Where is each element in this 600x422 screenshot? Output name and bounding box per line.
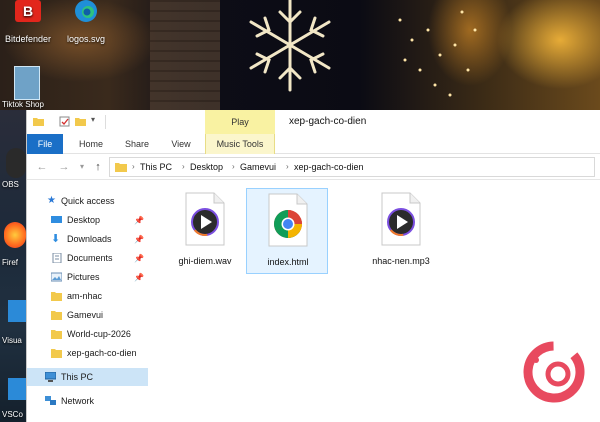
nav-item-label: Gamevui bbox=[67, 310, 104, 320]
computer-icon bbox=[45, 372, 56, 382]
nav-item-label: Downloads bbox=[67, 234, 112, 244]
folder-icon bbox=[51, 311, 62, 320]
pin-icon[interactable]: 📌 bbox=[134, 250, 144, 268]
folder-icon[interactable] bbox=[33, 116, 44, 127]
pin-icon[interactable]: 📌 bbox=[134, 269, 144, 287]
desktop-strip-label: Tiktok Shop bbox=[2, 100, 44, 109]
nav-this-pc[interactable]: This PC bbox=[27, 368, 148, 386]
navigation-pane: ★ Quick access Desktop 📌 ⬇ Downloads 📌 D… bbox=[27, 181, 148, 422]
nav-item-downloads[interactable]: ⬇ Downloads 📌 bbox=[27, 230, 148, 248]
new-folder-icon[interactable] bbox=[75, 116, 86, 127]
forward-arrow-icon[interactable]: → bbox=[57, 160, 71, 174]
up-arrow-icon[interactable]: ↑ bbox=[91, 160, 105, 174]
desktop-icon bbox=[51, 216, 62, 223]
nav-item-label: Documents bbox=[67, 253, 113, 263]
file-name: ghi-diem.wav bbox=[178, 256, 232, 266]
breadcrumb-current-folder[interactable]: xep-gach-co-dien bbox=[294, 158, 364, 176]
title-bar: ▾ Play xep-gach-co-dien bbox=[27, 110, 600, 134]
nav-item-label: World-cup-2026 bbox=[67, 329, 131, 339]
tiktok-shop-icon[interactable] bbox=[14, 66, 40, 100]
file-item-index-html[interactable]: index.html bbox=[246, 188, 328, 274]
desktop-strip-label: VSCo bbox=[2, 410, 23, 419]
svg-text:B: B bbox=[23, 3, 33, 19]
breadcrumb-separator-icon[interactable]: › bbox=[286, 158, 289, 176]
ribbon-tabs: File Home Share View Music Tools bbox=[27, 134, 600, 154]
pictures-icon bbox=[51, 272, 62, 282]
breadcrumb-this-pc[interactable]: This PC bbox=[140, 158, 172, 176]
tab-share[interactable]: Share bbox=[117, 134, 157, 154]
back-arrow-icon[interactable]: ← bbox=[35, 160, 49, 174]
nav-item-gamevui[interactable]: Gamevui bbox=[27, 306, 148, 324]
breadcrumb-desktop[interactable]: Desktop bbox=[190, 158, 223, 176]
desktop-strip-label: Visua bbox=[2, 336, 22, 345]
nav-item-desktop[interactable]: Desktop 📌 bbox=[27, 211, 148, 229]
download-arrow-icon: ⬇ bbox=[51, 233, 61, 245]
network-icon bbox=[45, 396, 56, 405]
nav-item-label: Quick access bbox=[61, 196, 115, 206]
desktop-strip-label: OBS bbox=[2, 180, 19, 189]
nav-network[interactable]: Network bbox=[27, 392, 148, 410]
string-lights-decoration bbox=[398, 10, 477, 97]
bitdefender-icon: B bbox=[15, 0, 41, 22]
file-item-ghi-diem-wav[interactable]: ghi-diem.wav bbox=[164, 188, 246, 274]
nav-item-world-cup-2026[interactable]: World-cup-2026 bbox=[27, 325, 148, 343]
file-name: nhac-nen.mp3 bbox=[372, 256, 430, 266]
nav-item-label: xep-gach-co-dien bbox=[67, 348, 137, 358]
file-name: index.html bbox=[267, 257, 309, 267]
folder-icon bbox=[51, 330, 62, 339]
snowflake-decoration bbox=[249, 0, 331, 92]
desktop-strip-label: Firef bbox=[2, 258, 18, 267]
tab-file[interactable]: File bbox=[27, 134, 63, 154]
desktop-icon-logos-svg[interactable]: logos.svg bbox=[58, 0, 114, 44]
nav-item-xep-gach-co-dien[interactable]: xep-gach-co-dien bbox=[27, 344, 148, 362]
recent-locations-icon[interactable]: ▾ bbox=[75, 160, 89, 174]
desktop-icon-label: Bitdefender bbox=[4, 34, 52, 44]
chrome-file-icon bbox=[268, 193, 308, 247]
folder-icon bbox=[115, 163, 127, 172]
tab-music-tools[interactable]: Music Tools bbox=[205, 134, 275, 154]
nav-item-label: Desktop bbox=[67, 215, 101, 225]
properties-icon[interactable] bbox=[59, 116, 70, 127]
navigation-bar: ← → ▾ ↑ › This PC › Desktop › Gamevui › … bbox=[27, 154, 600, 180]
nav-item-label: Network bbox=[61, 396, 95, 406]
breadcrumb-separator-icon[interactable]: › bbox=[182, 158, 185, 176]
media-file-icon bbox=[381, 192, 421, 246]
obs-icon[interactable] bbox=[6, 148, 26, 178]
folder-icon bbox=[51, 349, 62, 358]
firefox-icon[interactable] bbox=[4, 222, 26, 248]
nav-item-label: am-nhac bbox=[67, 291, 103, 301]
breadcrumb-separator-icon[interactable]: › bbox=[232, 158, 235, 176]
address-bar[interactable]: › This PC › Desktop › Gamevui › xep-gach… bbox=[109, 157, 595, 177]
media-file-icon bbox=[185, 192, 225, 246]
breadcrumb-separator-icon: › bbox=[132, 162, 135, 171]
vscode-icon[interactable] bbox=[8, 300, 26, 322]
qat-dropdown-icon[interactable]: ▾ bbox=[91, 115, 95, 124]
window-title: xep-gach-co-dien bbox=[289, 116, 367, 127]
file-explorer-window: ▾ Play xep-gach-co-dien File Home Share … bbox=[26, 110, 600, 422]
nav-item-documents[interactable]: Documents 📌 bbox=[27, 249, 148, 267]
qat-divider bbox=[105, 115, 106, 129]
nav-item-label: Pictures bbox=[67, 272, 100, 282]
star-icon: ★ bbox=[47, 195, 56, 206]
document-icon bbox=[52, 253, 62, 263]
pin-icon[interactable]: 📌 bbox=[134, 231, 144, 249]
wallpaper-stone-wall bbox=[150, 0, 220, 110]
pin-icon[interactable]: 📌 bbox=[134, 212, 144, 230]
nav-item-am-nhac[interactable]: am-nhac bbox=[27, 287, 148, 305]
brand-logo-icon bbox=[523, 341, 585, 403]
vscode-icon[interactable] bbox=[8, 378, 26, 400]
desktop-icon-label: logos.svg bbox=[66, 34, 106, 44]
nav-item-label: This PC bbox=[61, 372, 94, 382]
desktop-icon-bitdefender[interactable]: B Bitdefender bbox=[0, 0, 56, 44]
nav-quick-access[interactable]: ★ Quick access bbox=[27, 192, 148, 210]
edge-icon bbox=[75, 0, 97, 22]
tab-view[interactable]: View bbox=[163, 134, 199, 154]
file-item-nhac-nen-mp3[interactable]: nhac-nen.mp3 bbox=[360, 188, 442, 274]
tab-home[interactable]: Home bbox=[71, 134, 111, 154]
nav-item-pictures[interactable]: Pictures 📌 bbox=[27, 268, 148, 286]
folder-icon bbox=[51, 292, 62, 301]
breadcrumb-gamevui[interactable]: Gamevui bbox=[240, 158, 276, 176]
context-tab-group-play: Play bbox=[205, 110, 275, 134]
